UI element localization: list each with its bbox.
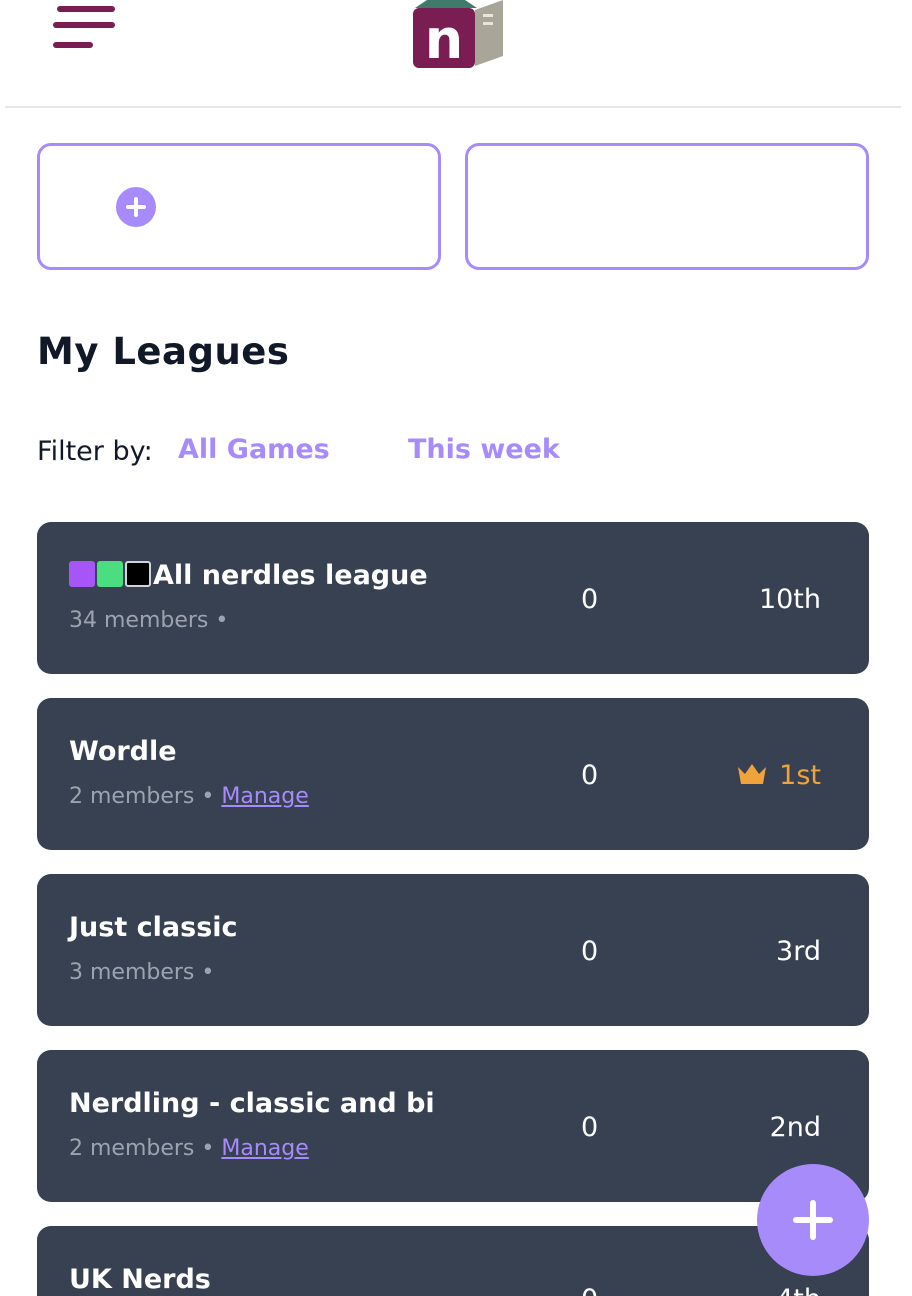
- hamburger-menu-icon[interactable]: [53, 2, 117, 52]
- create-league-tile[interactable]: [37, 143, 441, 270]
- filter-games-dropdown[interactable]: All Games: [178, 434, 330, 465]
- black-square-icon: [125, 561, 151, 587]
- add-league-fab[interactable]: [757, 1164, 869, 1276]
- league-rank: 1st: [737, 760, 821, 791]
- manage-link[interactable]: Manage: [221, 784, 308, 809]
- filter-period-dropdown[interactable]: This week: [408, 434, 560, 465]
- league-name: All nerdles league: [69, 560, 428, 591]
- league-rank: 3rd: [776, 936, 821, 967]
- league-members: 2 members • Manage: [69, 1136, 309, 1161]
- logo-letter: n: [425, 8, 463, 70]
- league-card-uk-nerds[interactable]: UK Nerds 0 4th: [37, 1226, 869, 1296]
- league-rank: 2nd: [769, 1112, 821, 1143]
- league-rank: 10th: [758, 584, 821, 615]
- crown-icon: [738, 764, 767, 784]
- league-members: 2 members • Manage: [69, 784, 309, 809]
- league-score: 0: [581, 1112, 599, 1143]
- manage-link[interactable]: Manage: [221, 1136, 308, 1161]
- league-score: 0: [581, 760, 599, 791]
- league-card-wordle[interactable]: Wordle 2 members • Manage 0 1st: [37, 698, 869, 850]
- league-card-all-nerdles[interactable]: All nerdles league 34 members • 0 10th: [37, 522, 869, 674]
- top-header: n: [5, 0, 901, 108]
- league-score: 0: [581, 1284, 598, 1296]
- nerdle-logo[interactable]: n: [407, 0, 503, 70]
- league-name: Wordle: [69, 736, 177, 767]
- league-rank: 4th: [776, 1284, 821, 1296]
- league-card-nerdling[interactable]: Nerdling - classic and bi 2 members • Ma…: [37, 1050, 869, 1202]
- green-square-icon: [97, 561, 123, 587]
- league-members: 34 members •: [69, 608, 229, 633]
- league-name: Just classic: [69, 912, 238, 943]
- league-score: 0: [581, 584, 599, 615]
- league-members: 3 members •: [69, 960, 215, 985]
- plus-circle-icon: [116, 187, 156, 227]
- league-name: UK Nerds: [69, 1264, 211, 1295]
- app-frame: n My Leagues Filter by: All Games This w…: [5, 0, 901, 1296]
- league-name: Nerdling - classic and bi: [69, 1088, 435, 1119]
- filter-label: Filter by:: [37, 436, 153, 467]
- league-score: 0: [581, 936, 599, 967]
- league-card-just-classic[interactable]: Just classic 3 members • 0 3rd: [37, 874, 869, 1026]
- page-title: My Leagues: [37, 330, 290, 373]
- purple-square-icon: [69, 561, 95, 587]
- join-league-tile[interactable]: [465, 143, 869, 270]
